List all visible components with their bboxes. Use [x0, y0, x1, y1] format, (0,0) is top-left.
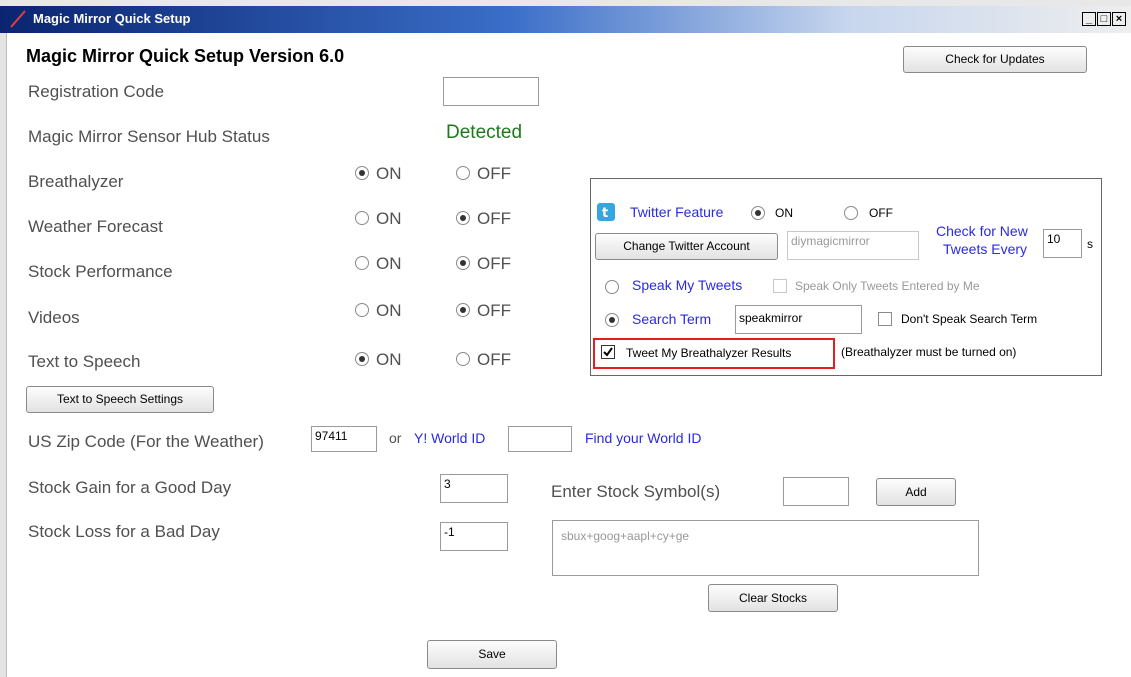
videos-label: Videos — [28, 308, 80, 327]
app-logo-icon — [10, 10, 26, 28]
change-twitter-account-button[interactable]: Change Twitter Account — [595, 233, 778, 260]
checkmark-icon — [603, 347, 613, 357]
stock-off-radio[interactable] — [456, 256, 470, 270]
svg-text:t: t — [602, 206, 608, 221]
breathalyzer-on-label: ON — [376, 164, 402, 183]
or-label: or — [389, 430, 402, 446]
stock-symbol-label: Enter Stock Symbol(s) — [551, 482, 721, 501]
check-new-line1: Check for New — [936, 223, 1028, 239]
weather-on-label: ON — [376, 209, 402, 228]
registration-input[interactable] — [443, 77, 539, 106]
breathalyzer-off-label: OFF — [477, 164, 511, 183]
registration-label: Registration Code — [28, 82, 165, 101]
zip-input[interactable]: 97411 — [311, 426, 377, 452]
search-term-radio[interactable] — [605, 313, 619, 327]
weather-label: Weather Forecast — [28, 217, 163, 236]
twitter-off-radio[interactable] — [844, 206, 858, 220]
stock-off-label: OFF — [477, 254, 511, 273]
tweet-interval-unit: s — [1087, 237, 1093, 251]
close-button[interactable]: × — [1112, 12, 1126, 26]
window-title: Magic Mirror Quick Setup — [33, 11, 191, 26]
tts-settings-button[interactable]: Text to Speech Settings — [26, 386, 214, 413]
stock-symbol-input[interactable] — [783, 477, 849, 506]
tts-label: Text to Speech — [28, 352, 141, 371]
stock-performance-label: Stock Performance — [28, 262, 173, 281]
search-term-input[interactable]: speakmirror — [735, 305, 862, 334]
videos-on-radio[interactable] — [355, 303, 369, 317]
breathalyzer-on-radio[interactable] — [355, 166, 369, 180]
videos-on-label: ON — [376, 301, 402, 320]
videos-off-label: OFF — [477, 301, 511, 320]
twitter-on-label: ON — [775, 206, 793, 220]
stock-gain-input[interactable]: 3 — [440, 474, 508, 503]
stock-on-label: ON — [376, 254, 402, 273]
twitter-icon: t — [597, 203, 615, 221]
hub-status-value: Detected — [446, 122, 523, 143]
clear-stocks-button[interactable]: Clear Stocks — [708, 584, 838, 612]
check-new-line2: Tweets Every — [943, 241, 1028, 257]
weather-on-radio[interactable] — [355, 211, 369, 225]
minimize-button[interactable]: _ — [1082, 12, 1096, 26]
stock-loss-label: Stock Loss for a Bad Day — [28, 522, 220, 541]
tweet-breath-checkbox[interactable] — [601, 345, 615, 359]
stocks-list[interactable]: sbux+goog+aapl+cy+ge — [552, 520, 979, 576]
tts-off-label: OFF — [477, 350, 511, 369]
weather-off-radio[interactable] — [456, 211, 470, 225]
maximize-button[interactable]: □ — [1097, 12, 1111, 26]
breathalyzer-label: Breathalyzer — [28, 172, 124, 191]
twitter-account-input[interactable]: diymagicmirror — [787, 231, 919, 260]
twitter-feature-label: Twitter Feature — [630, 204, 724, 220]
twitter-off-label: OFF — [869, 206, 893, 220]
speak-tweets-radio[interactable] — [605, 280, 619, 294]
dont-speak-label: Don't Speak Search Term — [901, 312, 1038, 326]
find-world-id-link[interactable]: Find your World ID — [585, 430, 701, 446]
tweet-breath-label: Tweet My Breathalyzer Results — [626, 346, 792, 360]
videos-off-radio[interactable] — [456, 303, 470, 317]
yworld-label: Y! World ID — [414, 430, 486, 446]
zip-label: US Zip Code (For the Weather) — [28, 432, 264, 451]
tts-off-radio[interactable] — [456, 352, 470, 366]
tts-on-radio[interactable] — [355, 352, 369, 366]
twitter-panel: t Twitter Feature ON OFF Change Twitter … — [590, 178, 1102, 376]
breathalyzer-off-radio[interactable] — [456, 166, 470, 180]
page-title: Magic Mirror Quick Setup Version 6.0 — [26, 46, 345, 66]
add-stock-button[interactable]: Add — [876, 478, 956, 506]
dont-speak-checkbox[interactable] — [878, 312, 892, 326]
check-updates-button[interactable]: Check for Updates — [903, 46, 1087, 73]
tts-on-label: ON — [376, 350, 402, 369]
twitter-on-radio[interactable] — [751, 206, 765, 220]
window-titlebar: Magic Mirror Quick Setup _ □ × — [0, 6, 1131, 33]
window-left-edge — [0, 33, 7, 677]
hub-status-label: Magic Mirror Sensor Hub Status — [28, 127, 270, 146]
weather-off-label: OFF — [477, 209, 511, 228]
stock-loss-input[interactable]: -1 — [440, 522, 508, 551]
speak-only-mine-checkbox[interactable] — [773, 279, 787, 293]
tweet-interval-input[interactable]: 10 — [1043, 229, 1082, 258]
speak-tweets-label: Speak My Tweets — [632, 277, 743, 293]
search-term-label: Search Term — [632, 311, 712, 327]
speak-only-mine-label: Speak Only Tweets Entered by Me — [795, 279, 980, 293]
stock-gain-label: Stock Gain for a Good Day — [28, 478, 232, 497]
stock-on-radio[interactable] — [355, 256, 369, 270]
breath-note: (Breathalyzer must be turned on) — [841, 345, 1017, 359]
save-button[interactable]: Save — [427, 640, 557, 669]
yworld-input[interactable] — [508, 426, 572, 452]
